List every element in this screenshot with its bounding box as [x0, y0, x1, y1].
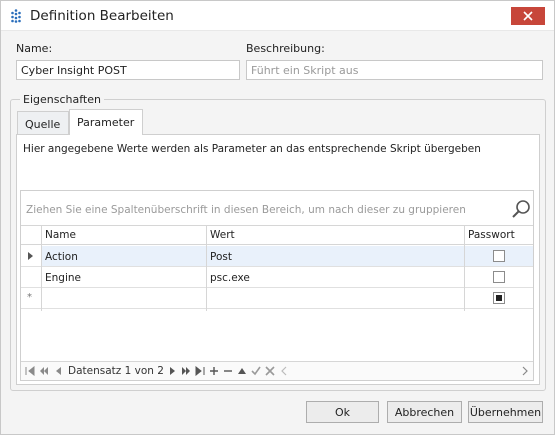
cell-wert[interactable]: psc.exe	[206, 267, 464, 287]
app-grid-icon	[11, 9, 21, 23]
tab-label: Parameter	[77, 116, 135, 129]
tab-description: Hier angegebene Werte werden als Paramet…	[23, 143, 481, 155]
tab-quelle[interactable]: Quelle	[17, 111, 69, 134]
description-label: Beschreibung:	[246, 42, 325, 55]
column-header-wert[interactable]: Wert	[206, 226, 464, 244]
cell-name[interactable]: Action	[41, 246, 206, 266]
tab-label: Quelle	[25, 118, 61, 131]
parameter-tab-panel: Hier angegebene Werte werden als Paramet…	[16, 134, 540, 385]
group-by-panel[interactable]: Ziehen Sie eine Spaltenüberschrift in di…	[21, 191, 533, 226]
window-title: Definition Bearbeiten	[30, 8, 174, 24]
search-icon[interactable]	[511, 199, 531, 219]
cancel-edit-icon[interactable]	[265, 366, 275, 376]
new-row[interactable]: *	[21, 288, 533, 309]
password-checkbox[interactable]	[493, 250, 505, 262]
table-row[interactable]: Engine psc.exe	[21, 267, 533, 288]
properties-group-label: Eigenschaften	[20, 93, 104, 106]
data-navigator: Datensatz 1 von 2	[21, 361, 533, 380]
cell-wert[interactable]: Post	[206, 246, 464, 266]
parameter-grid: Ziehen Sie eine Spaltenüberschrift in di…	[20, 190, 534, 381]
first-record-icon[interactable]	[25, 366, 35, 376]
add-record-icon[interactable]	[209, 366, 219, 376]
column-header-passwort[interactable]: Passwort	[464, 226, 533, 244]
record-position-text: Datensatz 1 von 2	[68, 365, 164, 377]
column-divider	[41, 226, 42, 311]
ok-button[interactable]: Ok	[306, 401, 379, 423]
name-label: Name:	[16, 42, 53, 55]
next-record-icon[interactable]	[167, 366, 177, 376]
apply-button[interactable]: Übernehmen	[468, 401, 543, 423]
title-bar: Definition Bearbeiten	[1, 1, 554, 31]
edit-record-icon[interactable]	[237, 366, 247, 376]
close-icon	[523, 11, 533, 21]
table-row[interactable]: Action Post	[21, 246, 533, 267]
description-field[interactable]: Führt ein Skript aus	[246, 60, 543, 80]
password-checkbox[interactable]	[493, 271, 505, 283]
name-field[interactable]: Cyber Insight POST	[16, 60, 240, 80]
cell-name[interactable]	[41, 288, 206, 308]
last-record-icon[interactable]	[195, 366, 205, 376]
close-button[interactable]	[511, 7, 545, 25]
tab-parameter[interactable]: Parameter	[69, 109, 143, 135]
previous-page-icon[interactable]	[39, 366, 49, 376]
cancel-button[interactable]: Abbrechen	[387, 401, 462, 423]
delete-record-icon[interactable]	[223, 366, 233, 376]
column-header-row: Name Wert Passwort	[21, 226, 533, 245]
save-record-icon[interactable]	[251, 366, 261, 376]
new-row-indicator: *	[27, 292, 32, 303]
next-page-icon[interactable]	[181, 366, 191, 376]
scroll-left-icon[interactable]	[279, 366, 289, 376]
previous-record-icon[interactable]	[54, 366, 64, 376]
dialog-window: Definition Bearbeiten Name: Cyber Insigh…	[0, 0, 555, 435]
column-divider	[206, 226, 207, 311]
checkbox-indeterminate-fill	[496, 295, 502, 301]
scroll-right-icon[interactable]	[520, 366, 530, 376]
group-by-hint: Ziehen Sie eine Spaltenüberschrift in di…	[26, 204, 466, 216]
column-header-name[interactable]: Name	[41, 226, 206, 244]
password-checkbox[interactable]	[493, 292, 505, 304]
cell-name[interactable]: Engine	[41, 267, 206, 287]
row-indicator-icon	[28, 252, 33, 260]
column-divider	[464, 226, 465, 311]
cell-wert[interactable]	[206, 288, 464, 308]
